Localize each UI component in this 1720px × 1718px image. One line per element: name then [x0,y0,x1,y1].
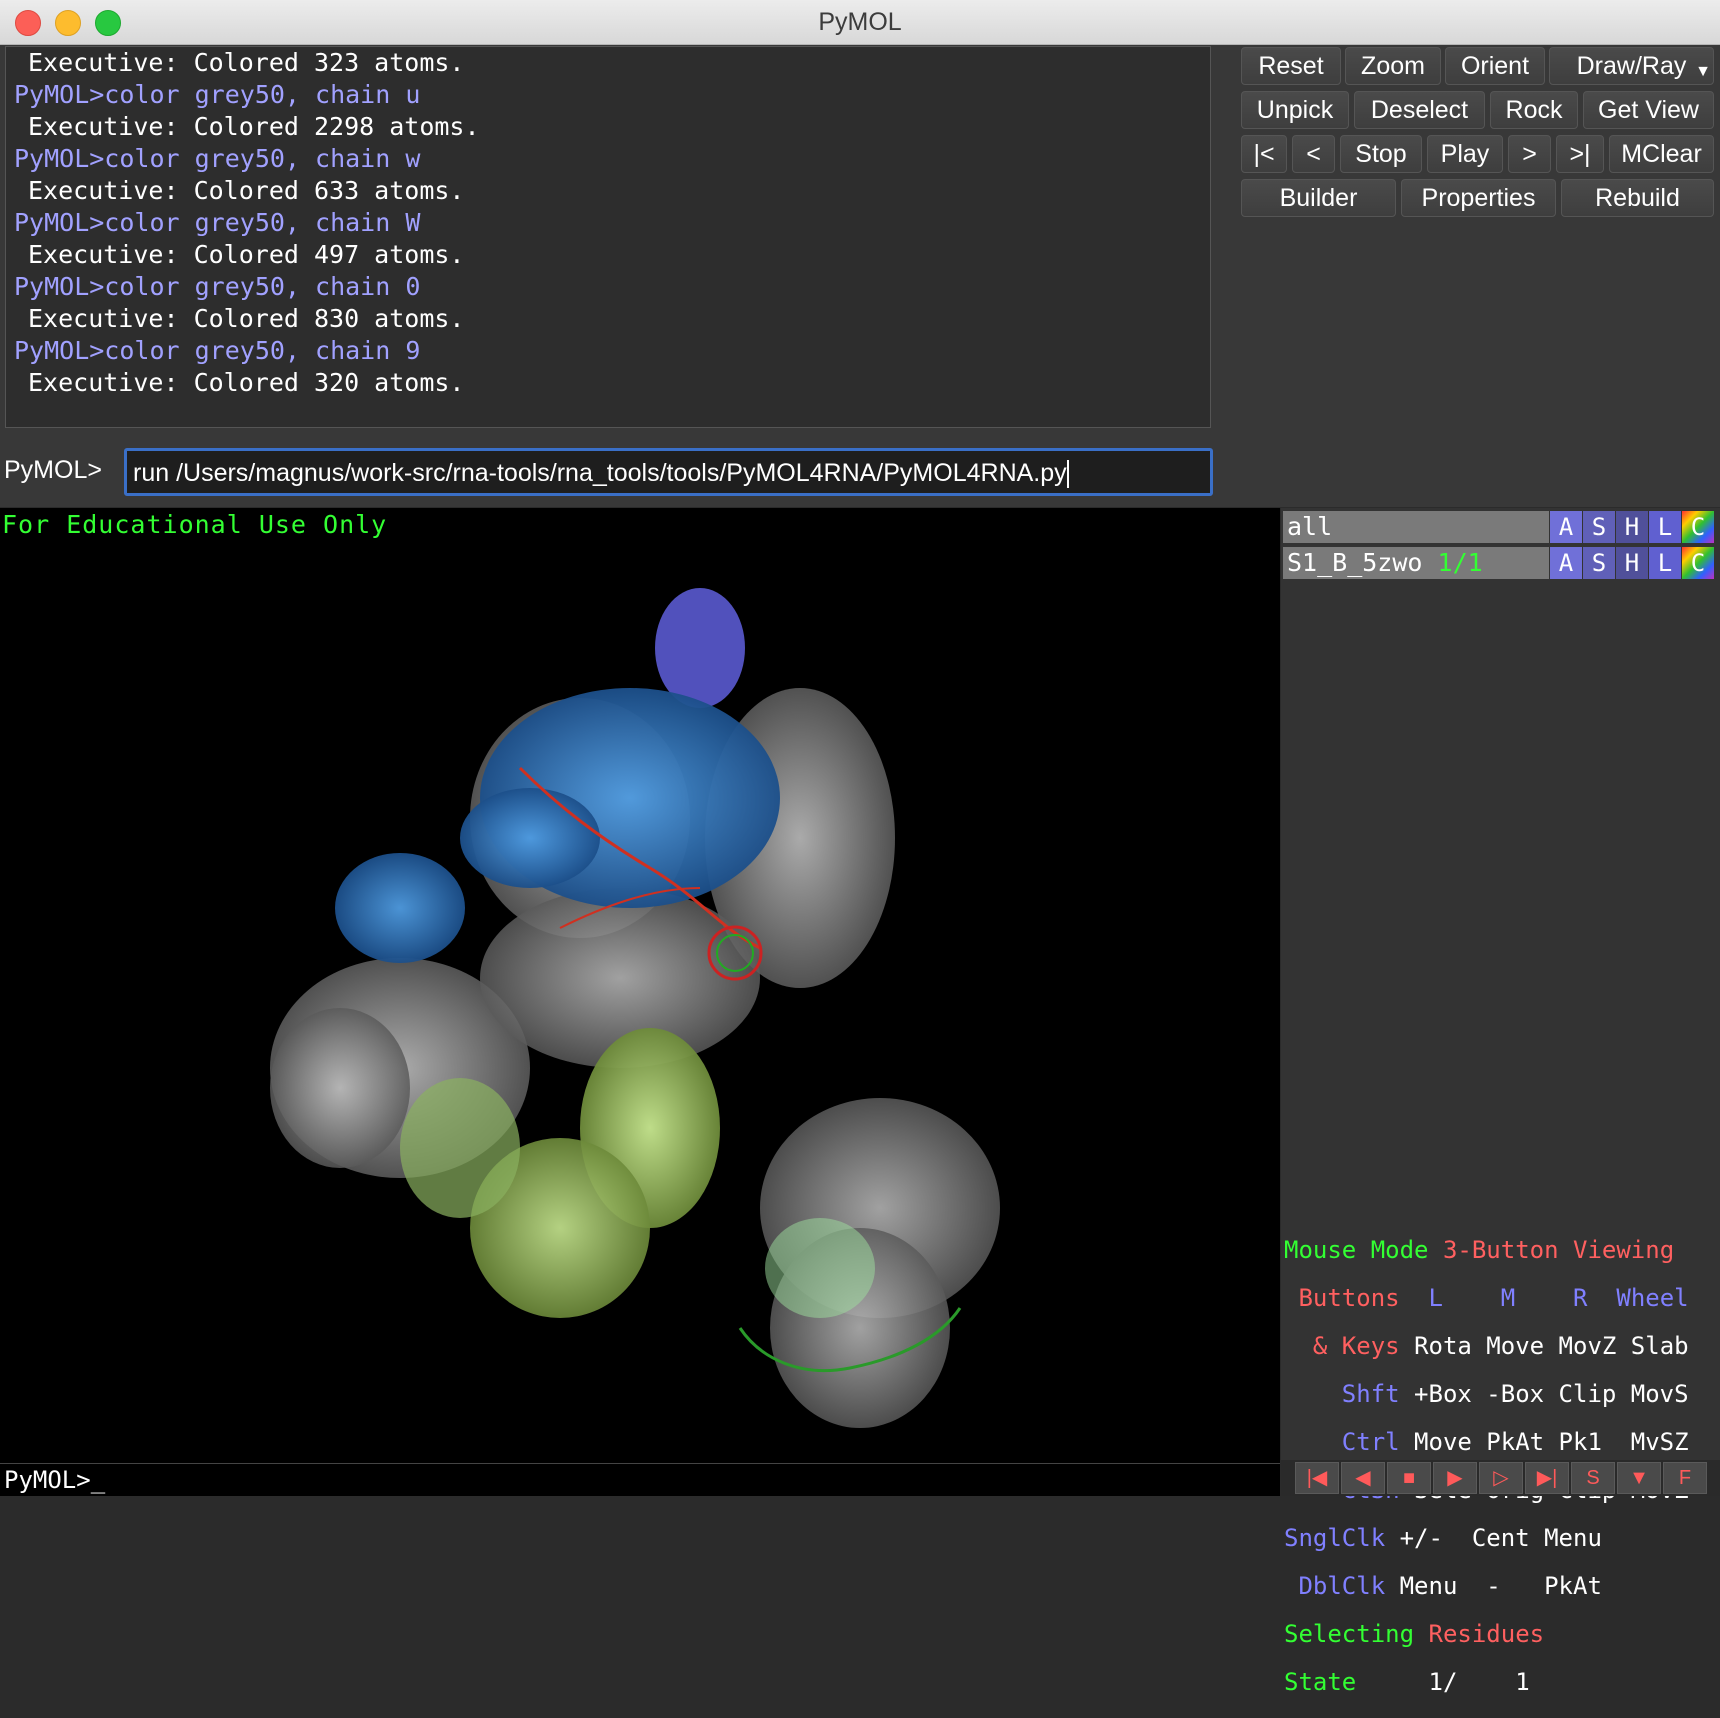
output-log: Executive: Colored 323 atoms. PyMOL>colo… [5,46,1211,428]
previous-frame-button[interactable]: < [1292,135,1335,173]
mode-row-values: Move PkAt Pk1 MvSZ [1414,1428,1689,1456]
color-button[interactable]: C [1682,547,1714,579]
mode-row-values: +Box -Box Clip MovS [1414,1380,1689,1408]
column-r: R [1573,1284,1588,1312]
viewer-command-prompt[interactable]: PyMOL>_ [0,1463,1280,1496]
mode-row-key: Ctrl [1341,1428,1400,1456]
label-button[interactable]: L [1649,511,1681,543]
log-line: PyMOL>color grey50, chain 0 [14,272,421,301]
color-button[interactable]: C [1682,511,1714,543]
buttons-label: Buttons [1298,1284,1400,1312]
more-button[interactable]: ▼ [1617,1462,1661,1494]
object-name-text: S1_B_5zwo [1287,548,1423,577]
fullscreen-button[interactable]: F [1663,1462,1707,1494]
mode-row-values: Rota Move MovZ Slab [1414,1332,1689,1360]
show-button[interactable]: S [1583,547,1615,579]
movie-control-bar: |◀ ◀ ■ ▶ ▷ ▶| S ▼ F [1281,1460,1720,1496]
stop-movie-button[interactable]: ■ [1387,1462,1431,1494]
first-frame-button[interactable]: |< [1241,135,1287,173]
command-prompt-label: PyMOL> [4,456,102,484]
state-value: 1/ 1 [1428,1668,1530,1696]
text-caret [1066,460,1069,489]
log-line: PyMOL>color grey50, chain W [14,208,421,237]
object-row-s1-b-5zwo[interactable]: S1_B_5zwo 1/1 A S H L C [1283,547,1720,580]
column-wheel: Wheel [1616,1284,1689,1312]
orient-button[interactable]: Orient [1445,47,1545,85]
mouse-mode-label: Mouse Mode [1284,1236,1429,1264]
molecular-viewer-canvas[interactable]: For Educational Use Only [0,508,1280,1463]
log-line: PyMOL>color grey50, chain 9 [14,336,421,365]
mclear-button[interactable]: MClear [1609,135,1714,173]
zoom-button[interactable]: Zoom [1345,47,1441,85]
selecting-value: Residues [1428,1620,1545,1648]
forward-button[interactable]: ▷ [1479,1462,1523,1494]
back-button[interactable]: ◀ [1341,1462,1385,1494]
object-name[interactable]: S1_B_5zwo 1/1 [1283,547,1549,579]
log-line: Executive: Colored 830 atoms. [28,304,465,333]
window-title: PyMOL [818,8,902,36]
command-input-text: run /Users/magnus/work-src/rna-tools/rna… [133,459,1067,487]
deselect-button[interactable]: Deselect [1354,91,1485,129]
play-button[interactable]: Play [1427,135,1503,173]
rock-button[interactable]: Rock [1490,91,1578,129]
rebuild-button[interactable]: Rebuild [1561,179,1714,217]
mode-row-values: +/- Cent Menu [1399,1524,1602,1552]
builder-button[interactable]: Builder [1241,179,1396,217]
mode-row-key: Shft [1341,1380,1400,1408]
last-frame-button[interactable]: >| [1556,135,1604,173]
log-line: Executive: Colored 2298 atoms. [28,112,480,141]
log-line: Executive: Colored 320 atoms. [28,368,465,397]
hide-button[interactable]: H [1616,511,1648,543]
stop-button[interactable]: Stop [1340,135,1422,173]
object-name[interactable]: all [1283,511,1549,543]
log-line: Executive: Colored 323 atoms. [28,48,465,77]
properties-button[interactable]: Properties [1401,179,1556,217]
selecting-label: Selecting [1284,1620,1415,1648]
action-button[interactable]: A [1550,511,1582,543]
mode-row-values: Menu - PkAt [1399,1572,1602,1600]
log-line: PyMOL>color grey50, chain u [14,80,421,109]
title-bar: PyMOL [0,0,1720,45]
educational-watermark: For Educational Use Only [2,510,388,539]
end-button[interactable]: ▶| [1525,1462,1569,1494]
log-line: PyMOL>color grey50, chain w [14,144,421,173]
unpick-button[interactable]: Unpick [1241,91,1349,129]
sculpt-button[interactable]: S [1571,1462,1615,1494]
object-row-all[interactable]: all A S H L C [1283,511,1720,544]
dropdown-arrow-icon: ▼ [1695,63,1711,80]
log-line: Executive: Colored 497 atoms. [28,240,465,269]
show-button[interactable]: S [1583,511,1615,543]
mouse-mode-value: 3-Button Viewing [1442,1236,1675,1264]
state-label: State [1284,1668,1357,1696]
reset-button[interactable]: Reset [1241,47,1341,85]
mode-row-key: DblClk [1298,1572,1386,1600]
label-button[interactable]: L [1649,547,1681,579]
action-button[interactable]: A [1550,547,1582,579]
column-m: M [1500,1284,1516,1312]
molecule-structure-icon [270,588,1000,1428]
column-l: L [1428,1284,1443,1312]
get-view-button[interactable]: Get View [1583,91,1714,129]
log-line: Executive: Colored 633 atoms. [28,176,465,205]
draw-ray-label: Draw/Ray [1576,52,1687,80]
command-input[interactable]: run /Users/magnus/work-src/rna-tools/rna… [124,448,1213,496]
object-state: 1/1 [1437,548,1483,577]
draw-ray-button[interactable]: Draw/Ray ▼ [1549,47,1714,85]
hide-button[interactable]: H [1616,547,1648,579]
play-movie-button[interactable]: ▶ [1433,1462,1477,1494]
mode-row-key: SnglClk [1284,1524,1386,1552]
rewind-button[interactable]: |◀ [1295,1462,1339,1494]
mode-row-key: & Keys [1312,1332,1400,1360]
next-frame-button[interactable]: > [1508,135,1551,173]
